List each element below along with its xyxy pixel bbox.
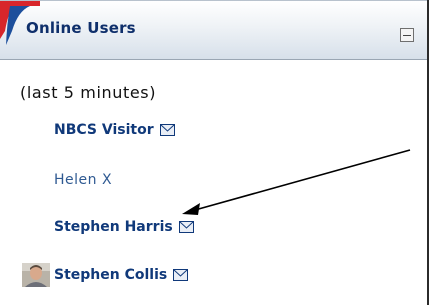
user-list-item: NBCS Visitor <box>54 120 175 140</box>
online-users-block: Online Users (last 5 minutes) NBCS Visit… <box>0 0 429 305</box>
minus-icon <box>403 34 411 36</box>
user-avatar[interactable] <box>22 263 50 287</box>
block-header: Online Users <box>0 0 429 60</box>
envelope-icon[interactable] <box>178 221 194 233</box>
user-link-nbcs-visitor[interactable]: NBCS Visitor <box>54 122 154 138</box>
envelope-icon[interactable] <box>173 269 189 281</box>
user-link-stephen-collis[interactable]: Stephen Collis <box>54 267 167 283</box>
block-subtitle: (last 5 minutes) <box>20 83 157 102</box>
user-link-helen-x[interactable]: Helen X <box>54 172 112 188</box>
user-list-item: Helen X <box>54 170 112 190</box>
user-list-item: Stephen Harris <box>54 217 194 237</box>
user-list-item: Stephen Collis <box>22 262 189 288</box>
block-title: Online Users <box>26 19 136 37</box>
user-link-stephen-harris[interactable]: Stephen Harris <box>54 219 173 235</box>
collapse-button[interactable] <box>400 28 414 42</box>
envelope-icon[interactable] <box>159 124 175 136</box>
